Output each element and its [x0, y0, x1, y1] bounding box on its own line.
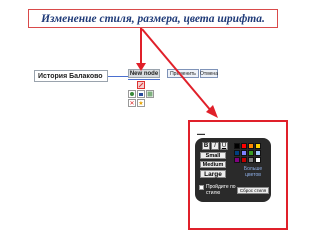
size-small-button[interactable]: Small — [200, 152, 226, 159]
color-swatch-lavender[interactable] — [241, 150, 247, 156]
size-medium-button[interactable]: Medium — [200, 161, 226, 168]
more-colors-link[interactable]: Больше цветов — [237, 166, 269, 178]
color-swatch-lightblue[interactable] — [255, 150, 261, 156]
slide-title-box: Изменение стиля, размера, цвета шрифта. — [28, 9, 278, 28]
delete-icon[interactable]: ✕ — [128, 99, 136, 107]
size-large-button[interactable]: Large — [200, 170, 226, 178]
mindmap-root-node[interactable]: История Балаково — [34, 70, 108, 82]
bold-button[interactable]: B — [202, 142, 210, 150]
color-swatch-white[interactable] — [255, 157, 261, 163]
reset-style-button[interactable]: Сброс стиля — [237, 187, 269, 194]
color-swatch-black[interactable] — [234, 143, 240, 149]
arrow-diagonal — [141, 28, 218, 118]
color-swatch-red[interactable] — [241, 143, 247, 149]
italic-button[interactable]: I — [211, 142, 219, 150]
remember-checkbox[interactable] — [199, 185, 204, 190]
color-swatch-green[interactable] — [248, 150, 254, 156]
connector-line — [108, 76, 128, 77]
slide-title: Изменение стиля, размера, цвета шрифта. — [41, 12, 265, 25]
underline-button[interactable]: U — [220, 142, 228, 150]
color-swatch-darkred[interactable] — [241, 157, 247, 163]
color-swatch-yellow[interactable] — [255, 143, 261, 149]
color-swatch-navy[interactable] — [234, 150, 240, 156]
panel-tab-label: ▬▬ — [197, 131, 205, 136]
link-icon[interactable] — [128, 90, 136, 98]
color-swatch-gray[interactable] — [248, 157, 254, 163]
color-swatch-orange[interactable] — [248, 143, 254, 149]
color-swatch-purple[interactable] — [234, 157, 240, 163]
